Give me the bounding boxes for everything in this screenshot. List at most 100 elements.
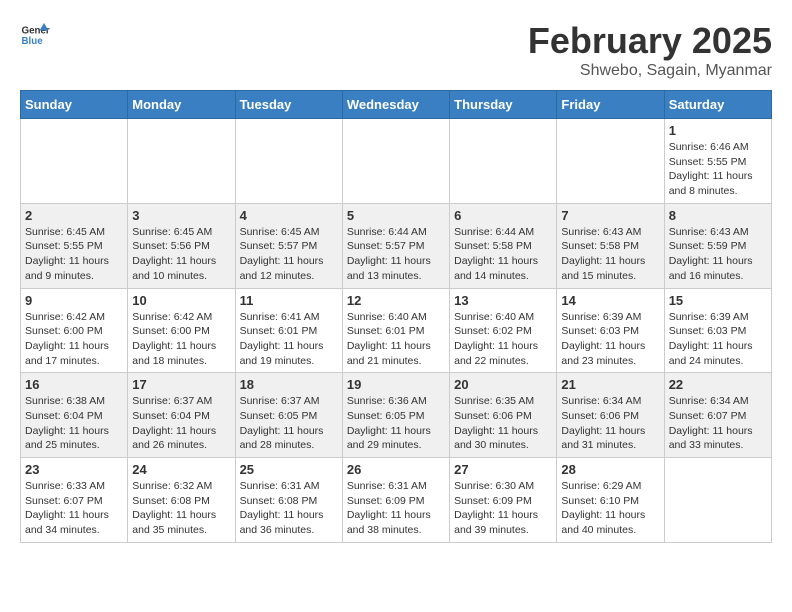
day-info: Sunrise: 6:46 AM Sunset: 5:55 PM Dayligh… xyxy=(669,140,767,199)
day-number: 1 xyxy=(669,123,767,138)
day-info: Sunrise: 6:44 AM Sunset: 5:57 PM Dayligh… xyxy=(347,225,445,284)
day-number: 22 xyxy=(669,377,767,392)
day-number: 28 xyxy=(561,462,659,477)
day-info: Sunrise: 6:39 AM Sunset: 6:03 PM Dayligh… xyxy=(669,310,767,369)
calendar-week-row: 16 Sunrise: 6:38 AM Sunset: 6:04 PM Dayli… xyxy=(21,373,772,458)
day-number: 15 xyxy=(669,293,767,308)
calendar-table: SundayMondayTuesdayWednesdayThursdayFrid… xyxy=(20,90,772,543)
day-info: Sunrise: 6:37 AM Sunset: 6:05 PM Dayligh… xyxy=(240,394,338,453)
calendar-cell: 4 Sunrise: 6:45 AM Sunset: 5:57 PM Daylig… xyxy=(235,203,342,288)
calendar-cell: 3 Sunrise: 6:45 AM Sunset: 5:56 PM Daylig… xyxy=(128,203,235,288)
main-title: February 2025 xyxy=(528,20,772,62)
calendar-cell xyxy=(342,119,449,204)
page-header: General Blue February 2025 Shwebo, Sagai… xyxy=(20,20,772,80)
day-number: 2 xyxy=(25,208,123,223)
day-number: 17 xyxy=(132,377,230,392)
day-number: 9 xyxy=(25,293,123,308)
calendar-cell: 26Sunrise: 6:31 AM Sunset: 6:09 PM Dayli… xyxy=(342,458,449,543)
day-info: Sunrise: 6:30 AM Sunset: 6:09 PM Dayligh… xyxy=(454,479,552,538)
day-info: Sunrise: 6:43 AM Sunset: 5:59 PM Dayligh… xyxy=(669,225,767,284)
day-info: Sunrise: 6:41 AM Sunset: 6:01 PM Dayligh… xyxy=(240,310,338,369)
calendar-cell: 8Sunrise: 6:43 AM Sunset: 5:59 PM Daylig… xyxy=(664,203,771,288)
day-info: Sunrise: 6:44 AM Sunset: 5:58 PM Dayligh… xyxy=(454,225,552,284)
calendar-cell: 18 Sunrise: 6:37 AM Sunset: 6:05 PM Dayli… xyxy=(235,373,342,458)
calendar-cell: 23 Sunrise: 6:33 AM Sunset: 6:07 PM Dayli… xyxy=(21,458,128,543)
day-info: Sunrise: 6:33 AM Sunset: 6:07 PM Dayligh… xyxy=(25,479,123,538)
calendar-cell: 5 Sunrise: 6:44 AM Sunset: 5:57 PM Daylig… xyxy=(342,203,449,288)
day-number: 18 xyxy=(240,377,338,392)
day-info: Sunrise: 6:45 AM Sunset: 5:55 PM Dayligh… xyxy=(25,225,123,284)
calendar-cell: 12 Sunrise: 6:40 AM Sunset: 6:01 PM Dayli… xyxy=(342,288,449,373)
calendar-cell: 27 Sunrise: 6:30 AM Sunset: 6:09 PM Dayli… xyxy=(450,458,557,543)
calendar-cell: 1 Sunrise: 6:46 AM Sunset: 5:55 PM Daylig… xyxy=(664,119,771,204)
calendar-cell: 25 Sunrise: 6:31 AM Sunset: 6:08 PM Dayli… xyxy=(235,458,342,543)
day-number: 14 xyxy=(561,293,659,308)
day-info: Sunrise: 6:45 AM Sunset: 5:56 PM Dayligh… xyxy=(132,225,230,284)
day-info: Sunrise: 6:45 AM Sunset: 5:57 PM Dayligh… xyxy=(240,225,338,284)
svg-text:Blue: Blue xyxy=(22,36,44,47)
day-number: 21 xyxy=(561,377,659,392)
calendar-week-row: 1 Sunrise: 6:46 AM Sunset: 5:55 PM Daylig… xyxy=(21,119,772,204)
day-number: 27 xyxy=(454,462,552,477)
day-info: Sunrise: 6:42 AM Sunset: 6:00 PM Dayligh… xyxy=(25,310,123,369)
title-section: February 2025 Shwebo, Sagain, Myanmar xyxy=(528,20,772,80)
day-info: Sunrise: 6:40 AM Sunset: 6:01 PM Dayligh… xyxy=(347,310,445,369)
day-info: Sunrise: 6:35 AM Sunset: 6:06 PM Dayligh… xyxy=(454,394,552,453)
calendar-week-row: 2 Sunrise: 6:45 AM Sunset: 5:55 PM Daylig… xyxy=(21,203,772,288)
calendar-cell: 28 Sunrise: 6:29 AM Sunset: 6:10 PM Dayli… xyxy=(557,458,664,543)
calendar-cell xyxy=(128,119,235,204)
day-info: Sunrise: 6:31 AM Sunset: 6:09 PM Dayligh… xyxy=(347,479,445,538)
calendar-cell: 7 Sunrise: 6:43 AM Sunset: 5:58 PM Daylig… xyxy=(557,203,664,288)
calendar-cell xyxy=(664,458,771,543)
day-number: 3 xyxy=(132,208,230,223)
day-number: 10 xyxy=(132,293,230,308)
calendar-cell: 16 Sunrise: 6:38 AM Sunset: 6:04 PM Dayli… xyxy=(21,373,128,458)
day-info: Sunrise: 6:31 AM Sunset: 6:08 PM Dayligh… xyxy=(240,479,338,538)
day-number: 6 xyxy=(454,208,552,223)
calendar-cell: 15 Sunrise: 6:39 AM Sunset: 6:03 PM Dayli… xyxy=(664,288,771,373)
calendar-cell xyxy=(235,119,342,204)
calendar-week-row: 9 Sunrise: 6:42 AM Sunset: 6:00 PM Daylig… xyxy=(21,288,772,373)
calendar-cell xyxy=(557,119,664,204)
calendar-cell: 24 Sunrise: 6:32 AM Sunset: 6:08 PM Dayli… xyxy=(128,458,235,543)
subtitle: Shwebo, Sagain, Myanmar xyxy=(528,62,772,80)
weekday-header-row: SundayMondayTuesdayWednesdayThursdayFrid… xyxy=(21,91,772,119)
calendar-cell: 20 Sunrise: 6:35 AM Sunset: 6:06 PM Dayli… xyxy=(450,373,557,458)
calendar-cell: 21Sunrise: 6:34 AM Sunset: 6:06 PM Dayli… xyxy=(557,373,664,458)
calendar-cell: 17 Sunrise: 6:37 AM Sunset: 6:04 PM Dayli… xyxy=(128,373,235,458)
day-number: 11 xyxy=(240,293,338,308)
day-info: Sunrise: 6:42 AM Sunset: 6:00 PM Dayligh… xyxy=(132,310,230,369)
weekday-header-thursday: Thursday xyxy=(450,91,557,119)
day-number: 7 xyxy=(561,208,659,223)
day-info: Sunrise: 6:37 AM Sunset: 6:04 PM Dayligh… xyxy=(132,394,230,453)
calendar-cell: 19Sunrise: 6:36 AM Sunset: 6:05 PM Dayli… xyxy=(342,373,449,458)
weekday-header-friday: Friday xyxy=(557,91,664,119)
calendar-cell: 2 Sunrise: 6:45 AM Sunset: 5:55 PM Daylig… xyxy=(21,203,128,288)
calendar-cell: 9 Sunrise: 6:42 AM Sunset: 6:00 PM Daylig… xyxy=(21,288,128,373)
calendar-cell xyxy=(450,119,557,204)
weekday-header-sunday: Sunday xyxy=(21,91,128,119)
day-number: 16 xyxy=(25,377,123,392)
day-number: 24 xyxy=(132,462,230,477)
day-info: Sunrise: 6:40 AM Sunset: 6:02 PM Dayligh… xyxy=(454,310,552,369)
calendar-cell xyxy=(21,119,128,204)
weekday-header-saturday: Saturday xyxy=(664,91,771,119)
logo[interactable]: General Blue xyxy=(20,20,50,50)
calendar-cell: 11 Sunrise: 6:41 AM Sunset: 6:01 PM Dayli… xyxy=(235,288,342,373)
day-number: 12 xyxy=(347,293,445,308)
day-number: 23 xyxy=(25,462,123,477)
day-info: Sunrise: 6:29 AM Sunset: 6:10 PM Dayligh… xyxy=(561,479,659,538)
calendar-cell: 22 Sunrise: 6:34 AM Sunset: 6:07 PM Dayli… xyxy=(664,373,771,458)
day-number: 25 xyxy=(240,462,338,477)
day-number: 5 xyxy=(347,208,445,223)
calendar-week-row: 23 Sunrise: 6:33 AM Sunset: 6:07 PM Dayli… xyxy=(21,458,772,543)
day-info: Sunrise: 6:43 AM Sunset: 5:58 PM Dayligh… xyxy=(561,225,659,284)
day-number: 20 xyxy=(454,377,552,392)
calendar-cell: 6 Sunrise: 6:44 AM Sunset: 5:58 PM Daylig… xyxy=(450,203,557,288)
day-info: Sunrise: 6:34 AM Sunset: 6:07 PM Dayligh… xyxy=(669,394,767,453)
day-info: Sunrise: 6:32 AM Sunset: 6:08 PM Dayligh… xyxy=(132,479,230,538)
weekday-header-wednesday: Wednesday xyxy=(342,91,449,119)
day-number: 4 xyxy=(240,208,338,223)
day-info: Sunrise: 6:38 AM Sunset: 6:04 PM Dayligh… xyxy=(25,394,123,453)
weekday-header-tuesday: Tuesday xyxy=(235,91,342,119)
